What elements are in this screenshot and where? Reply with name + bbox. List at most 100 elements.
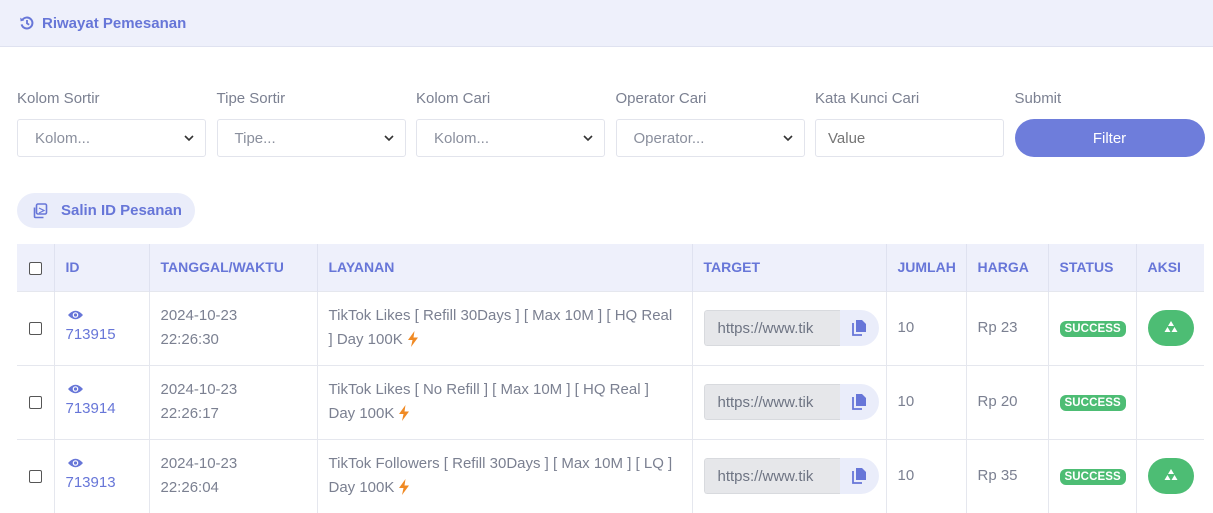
price-cell: Rp 35 — [966, 439, 1048, 513]
status-badge: SUCCESS — [1060, 469, 1126, 485]
copy-icon — [31, 202, 49, 220]
copy-target-button[interactable] — [840, 384, 879, 420]
sort-type-group: Tipe Sortir Tipe... — [217, 86, 417, 157]
orders-table: ID TANGGAL/WAKTU LAYANAN TARGET JUMLAH H… — [17, 244, 1204, 513]
row-select-cell — [17, 365, 54, 439]
col-header-target[interactable]: TARGET — [692, 244, 886, 291]
order-time: 22:26:04 — [161, 476, 317, 500]
sort-column-group: Kolom Sortir Kolom... — [17, 86, 217, 157]
eye-icon[interactable] — [67, 383, 84, 395]
status-badge: SUCCESS — [1060, 395, 1126, 411]
service-cell: TikTok Followers [ Refill 30Days ] [ Max… — [317, 439, 692, 513]
recycle-icon — [1162, 467, 1180, 485]
status-badge: SUCCESS — [1060, 321, 1126, 337]
chevron-down-icon — [582, 132, 594, 144]
order-date: 2024-10-23 — [161, 304, 317, 328]
qty-cell: 10 — [886, 439, 966, 513]
bolt-icon — [398, 405, 410, 421]
copy-order-ids-button[interactable]: Salin ID Pesanan — [17, 193, 195, 228]
target-cell: https://www.tik — [692, 291, 886, 365]
target-url[interactable]: https://www.tik — [704, 384, 840, 420]
keyword-input[interactable] — [815, 119, 1004, 157]
col-header-qty[interactable]: JUMLAH — [886, 244, 966, 291]
keyword-label: Kata Kunci Cari — [815, 86, 1015, 112]
date-cell: 2024-10-2322:26:04 — [149, 439, 317, 513]
target-url[interactable]: https://www.tik — [704, 310, 840, 346]
copy-target-button[interactable] — [840, 458, 879, 494]
action-cell — [1136, 365, 1204, 439]
sort-type-label: Tipe Sortir — [217, 86, 417, 112]
search-operator-label: Operator Cari — [616, 86, 816, 112]
col-header-action[interactable]: AKSI — [1136, 244, 1204, 291]
order-id[interactable]: 713914 — [66, 400, 116, 417]
search-operator-value: Operator... — [634, 130, 705, 147]
qty-cell: 10 — [886, 291, 966, 365]
table-row: 713915 2024-10-2322:26:30 TikTok Likes [… — [17, 291, 1204, 365]
target-cell: https://www.tik — [692, 439, 886, 513]
status-cell: SUCCESS — [1048, 439, 1136, 513]
eye-icon[interactable] — [67, 309, 84, 321]
submit-group: Submit Filter — [1015, 86, 1213, 157]
order-id-cell[interactable]: 713913 — [54, 439, 149, 513]
service-name: TikTok Likes [ Refill 30Days ] [ Max 10M… — [329, 307, 673, 348]
service-name: TikTok Likes [ No Refill ] [ Max 10M ] [… — [329, 381, 649, 422]
sort-column-value: Kolom... — [35, 130, 90, 147]
row-checkbox[interactable] — [29, 470, 42, 483]
refill-button[interactable] — [1148, 458, 1194, 494]
search-operator-select[interactable]: Operator... — [616, 119, 805, 157]
qty-cell: 10 — [886, 365, 966, 439]
file-copy-icon — [852, 320, 866, 336]
price-cell: Rp 20 — [966, 365, 1048, 439]
target-field: https://www.tik — [704, 458, 879, 494]
page-header: Riwayat Pemesanan — [0, 0, 1213, 47]
select-all-cell — [17, 244, 54, 291]
search-column-label: Kolom Cari — [416, 86, 616, 112]
order-id[interactable]: 713915 — [66, 326, 116, 343]
target-url[interactable]: https://www.tik — [704, 458, 840, 494]
date-cell: 2024-10-2322:26:17 — [149, 365, 317, 439]
filter-button[interactable]: Filter — [1015, 119, 1205, 157]
target-field: https://www.tik — [704, 384, 879, 420]
status-cell: SUCCESS — [1048, 365, 1136, 439]
eye-icon[interactable] — [67, 457, 84, 469]
order-time: 22:26:30 — [161, 328, 317, 352]
copy-target-button[interactable] — [840, 310, 879, 346]
sort-type-select[interactable]: Tipe... — [217, 119, 406, 157]
row-checkbox[interactable] — [29, 396, 42, 409]
order-id-cell[interactable]: 713914 — [54, 365, 149, 439]
file-copy-icon — [852, 468, 866, 484]
col-header-id[interactable]: ID — [54, 244, 149, 291]
history-icon — [18, 14, 36, 32]
action-cell — [1136, 439, 1204, 513]
page-title: Riwayat Pemesanan — [42, 15, 186, 32]
copy-order-ids-label: Salin ID Pesanan — [61, 202, 182, 219]
col-header-date[interactable]: TANGGAL/WAKTU — [149, 244, 317, 291]
bolt-icon — [398, 479, 410, 495]
search-column-select[interactable]: Kolom... — [416, 119, 605, 157]
search-column-group: Kolom Cari Kolom... — [416, 86, 616, 157]
table-row: 713914 2024-10-2322:26:17 TikTok Likes [… — [17, 365, 1204, 439]
order-id-cell[interactable]: 713915 — [54, 291, 149, 365]
col-header-status[interactable]: STATUS — [1048, 244, 1136, 291]
chevron-down-icon — [383, 132, 395, 144]
row-select-cell — [17, 439, 54, 513]
col-header-price[interactable]: HARGA — [966, 244, 1048, 291]
table-row: 713913 2024-10-2322:26:04 TikTok Followe… — [17, 439, 1204, 513]
chevron-down-icon — [183, 132, 195, 144]
status-cell: SUCCESS — [1048, 291, 1136, 365]
filter-bar: Kolom Sortir Kolom... Tipe Sortir Tipe..… — [17, 86, 1213, 157]
submit-label: Submit — [1015, 86, 1213, 112]
order-id[interactable]: 713913 — [66, 474, 116, 491]
price-cell: Rp 23 — [966, 291, 1048, 365]
sort-column-label: Kolom Sortir — [17, 86, 217, 112]
sort-type-value: Tipe... — [235, 130, 276, 147]
order-date: 2024-10-23 — [161, 378, 317, 402]
row-checkbox[interactable] — [29, 322, 42, 335]
refill-button[interactable] — [1148, 310, 1194, 346]
target-cell: https://www.tik — [692, 365, 886, 439]
select-all-checkbox[interactable] — [29, 262, 42, 275]
chevron-down-icon — [782, 132, 794, 144]
col-header-service[interactable]: LAYANAN — [317, 244, 692, 291]
table-header-row: ID TANGGAL/WAKTU LAYANAN TARGET JUMLAH H… — [17, 244, 1204, 291]
sort-column-select[interactable]: Kolom... — [17, 119, 206, 157]
